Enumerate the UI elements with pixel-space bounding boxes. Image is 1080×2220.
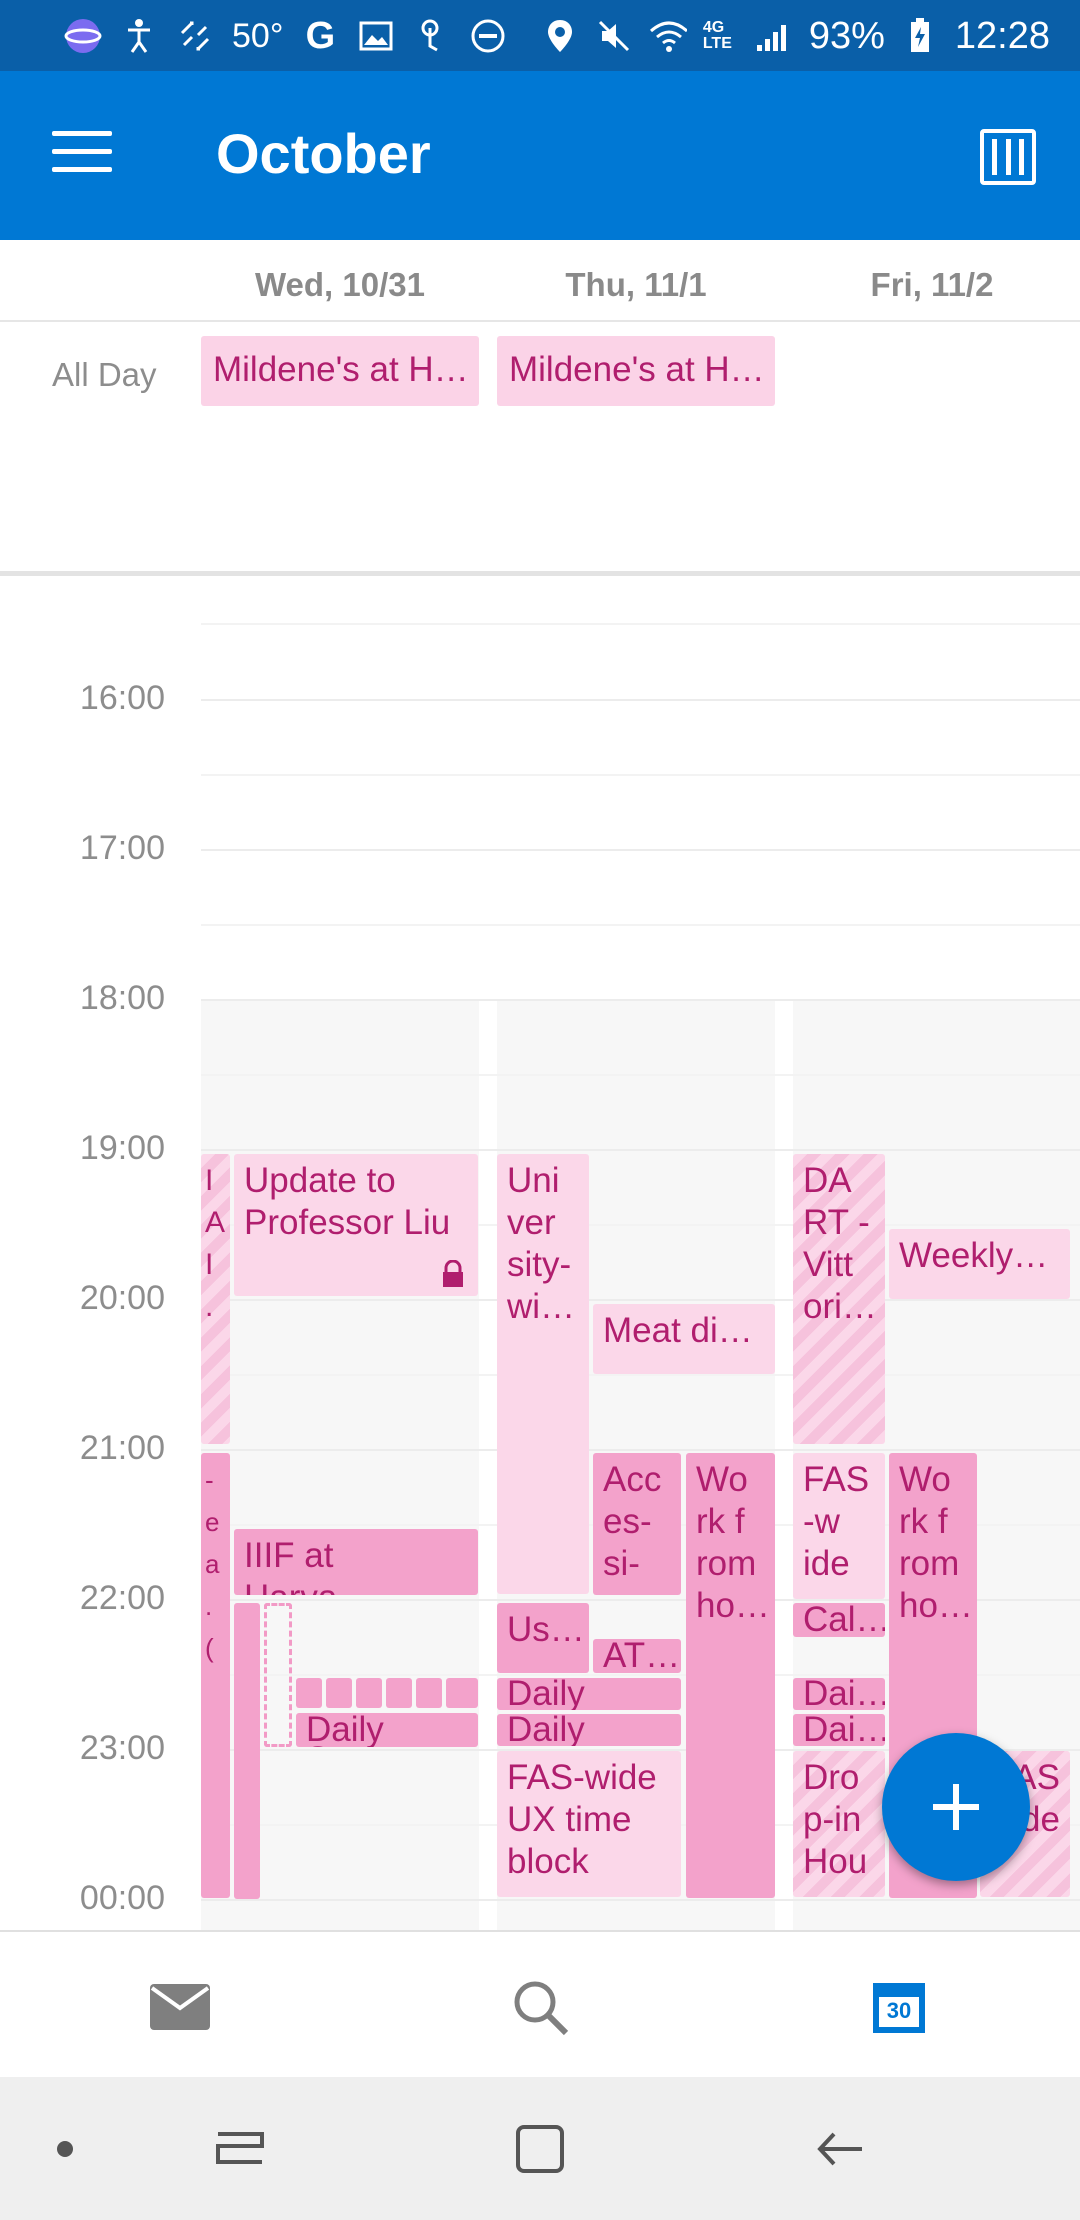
touch-icon — [413, 17, 451, 55]
grid-line — [201, 1149, 1080, 1151]
all-day-label: All Day — [52, 356, 157, 393]
event-block[interactable]: Wo rk f rom ho… — [686, 1453, 775, 1898]
all-day-event[interactable]: Mildene's at H… — [497, 336, 775, 406]
hour-label: 20:00 — [79, 1279, 165, 1317]
grid-line — [201, 999, 1080, 1001]
event-block[interactable]: Uni ver sity-wi… — [497, 1154, 589, 1594]
hour-label: 18:00 — [79, 979, 165, 1017]
status-left-icons: 50° G — [64, 10, 507, 62]
grid-line — [201, 924, 1080, 926]
mail-icon — [150, 1984, 210, 2030]
day-header-thu: Thu, 11/1 — [565, 266, 707, 303]
search-tab[interactable] — [505, 1972, 575, 2042]
temperature-text: 50° — [232, 16, 284, 55]
calendar-tab[interactable]: 30 — [864, 1972, 934, 2042]
event-block[interactable]: Us… — [497, 1603, 589, 1673]
battery-icon — [901, 17, 939, 55]
event-block[interactable]: FAS-wide UX time block — [497, 1751, 681, 1897]
lock-icon — [443, 1260, 463, 1287]
day-header-fri: Fri, 11/2 — [870, 266, 994, 303]
clock-time: 12:28 — [954, 14, 1050, 57]
google-icon: G — [305, 14, 336, 57]
calendar-view-icon[interactable] — [980, 129, 1036, 185]
grid-line — [201, 1074, 1080, 1076]
event-block[interactable] — [386, 1678, 412, 1708]
mute-icon — [595, 17, 633, 55]
location-icon — [541, 17, 579, 55]
event-block[interactable]: Dai… — [793, 1678, 885, 1710]
status-right-icons: 4G LTE 93% 12:28 — [541, 10, 1050, 62]
event-block[interactable]: AT… — [593, 1639, 681, 1673]
event-block[interactable]: Dai… — [793, 1714, 885, 1746]
event-block[interactable]: IIIF at Harva… — [234, 1529, 478, 1595]
hour-label: 00:00 — [79, 1879, 165, 1917]
samsung-internet-icon — [64, 17, 102, 55]
back-icon[interactable] — [805, 2117, 875, 2181]
battery-percent: 93% — [808, 14, 885, 57]
grid-line — [201, 1374, 1080, 1376]
accessibility-icon — [120, 17, 158, 55]
event-block[interactable]: Daily scr… — [497, 1678, 681, 1710]
day-header-row: Wed, 10/31 Thu, 11/1 Fri, 11/2 — [0, 240, 1080, 322]
image-icon — [357, 17, 395, 55]
grid-line — [201, 623, 1080, 625]
grid-line — [201, 1899, 1080, 1901]
hour-label: 21:00 — [79, 1429, 165, 1467]
event-title: Update to Professor Liu — [244, 1161, 451, 1242]
event-block[interactable]: Meat di… — [593, 1304, 775, 1374]
mail-tab[interactable] — [145, 1972, 215, 2042]
event-block[interactable]: Daily Scr… — [296, 1713, 478, 1747]
event-block[interactable] — [416, 1678, 442, 1708]
event-block[interactable]: Dro p-in Hou — [793, 1751, 885, 1897]
recent-apps-icon[interactable] — [205, 2117, 275, 2181]
event-block[interactable] — [296, 1678, 322, 1708]
calendar-day-number: 30 — [886, 1998, 912, 2023]
status-bar: 50° G 4G LTE 93% 12:28 — [0, 0, 1080, 71]
home-icon[interactable] — [505, 2117, 575, 2181]
hour-label: 17:00 — [79, 829, 165, 867]
event-block[interactable]: - e a . ( — [201, 1453, 230, 1898]
search-icon — [514, 1981, 569, 2036]
signal-icon — [755, 17, 793, 55]
network-type-text: 4G LTE — [702, 19, 732, 52]
grid-line — [201, 1449, 1080, 1451]
hour-label: 23:00 — [79, 1729, 165, 1767]
all-day-row: All Day Mildene's at H… Mildene's at H… — [0, 322, 1080, 576]
sync-icon — [176, 17, 214, 55]
hamburger-menu-icon[interactable] — [52, 131, 112, 179]
grid-line — [201, 849, 1080, 851]
grid-line — [201, 1299, 1080, 1301]
event-block[interactable] — [446, 1678, 478, 1708]
day-header-wed: Wed, 10/31 — [255, 266, 425, 303]
event-block[interactable] — [356, 1678, 382, 1708]
event-block[interactable] — [326, 1678, 352, 1708]
hour-label: 19:00 — [79, 1129, 165, 1167]
hour-label: 22:00 — [79, 1579, 165, 1617]
event-block[interactable]: DA RT - Vitt ori… — [793, 1154, 885, 1444]
app-bar: October — [0, 71, 1080, 240]
hour-label: 16:00 — [79, 679, 165, 717]
system-navigation-bar — [0, 2077, 1080, 2220]
event-block[interactable]: I A I . — [201, 1154, 230, 1444]
event-block[interactable] — [234, 1603, 260, 1899]
do-not-disturb-icon — [469, 17, 507, 55]
nav-dot-icon[interactable] — [50, 2117, 80, 2181]
wifi-icon — [649, 17, 687, 55]
grid-line — [201, 774, 1080, 776]
event-block[interactable]: Update to Professor Liu — [234, 1154, 478, 1296]
event-block[interactable]: Acc es- si- — [593, 1453, 681, 1595]
event-block[interactable]: Weekly… — [889, 1229, 1070, 1299]
add-event-button[interactable] — [882, 1733, 1030, 1881]
grid-line — [201, 699, 1080, 701]
plus-icon-vertical — [953, 1784, 959, 1830]
bottom-tab-bar: 30 — [0, 1930, 1080, 2077]
page-title[interactable]: October — [216, 121, 431, 186]
calendar-grid[interactable]: 16:00 17:00 18:00 19:00 20:00 21:00 22:0… — [0, 581, 1080, 1930]
event-block[interactable]: FAS -w ide — [793, 1453, 885, 1599]
event-block[interactable] — [264, 1603, 292, 1747]
event-block[interactable]: Cal… — [793, 1603, 885, 1637]
event-block[interactable]: Daily Scr… — [497, 1714, 681, 1746]
all-day-event[interactable]: Mildene's at H… — [201, 336, 479, 406]
